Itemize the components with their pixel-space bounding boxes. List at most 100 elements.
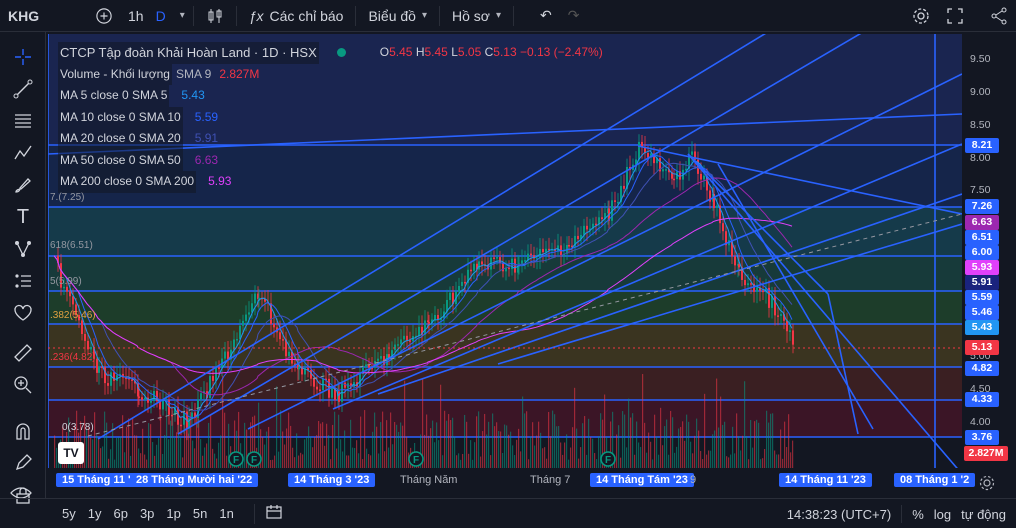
volume-bar bbox=[598, 436, 600, 468]
fib-retracement-icon[interactable] bbox=[10, 108, 36, 134]
volume-bar bbox=[720, 396, 722, 468]
candle-body bbox=[403, 335, 405, 340]
volume-bar bbox=[366, 448, 368, 468]
volume-bar bbox=[266, 431, 268, 468]
volume-bar bbox=[616, 434, 618, 468]
volume-bar bbox=[738, 436, 740, 468]
heart-icon[interactable] bbox=[10, 300, 36, 326]
axis-settings-gear-icon[interactable] bbox=[978, 474, 996, 492]
fullscreen-icon[interactable] bbox=[938, 0, 972, 32]
indicators-button[interactable]: ƒx Các chỉ báo bbox=[241, 0, 352, 32]
tradingview-logo[interactable]: TV bbox=[58, 442, 84, 464]
range-1d[interactable]: 1n bbox=[213, 506, 239, 521]
magnet-icon[interactable] bbox=[10, 418, 36, 444]
log-toggle[interactable]: log bbox=[934, 507, 951, 522]
candle-body bbox=[180, 424, 182, 427]
auto-toggle[interactable]: tự động bbox=[961, 507, 1006, 522]
share-icon[interactable] bbox=[982, 0, 1016, 32]
candle-body bbox=[780, 314, 782, 316]
volume-bar bbox=[660, 407, 662, 468]
candle-body bbox=[248, 312, 250, 315]
volume-bar bbox=[108, 458, 110, 468]
volume-bar bbox=[292, 447, 294, 468]
candle-body bbox=[428, 322, 430, 324]
zoom-in-icon[interactable] bbox=[10, 372, 36, 398]
volume-bar bbox=[168, 439, 170, 468]
chart-type-label: Biểu đồ bbox=[368, 7, 416, 24]
volume-bar bbox=[696, 418, 698, 468]
volume-bar bbox=[708, 450, 710, 468]
symbol-search[interactable]: KHG bbox=[0, 0, 88, 32]
volume-bar bbox=[354, 447, 356, 468]
volume-bar bbox=[520, 451, 522, 468]
range-1m[interactable]: 1p bbox=[160, 506, 186, 521]
volume-bar bbox=[102, 446, 104, 468]
price-label-fib: 8.21 bbox=[965, 138, 999, 153]
volume-bar bbox=[726, 456, 728, 468]
profile-button[interactable]: Hồ sơ ▾ bbox=[444, 0, 509, 32]
legend-ma10[interactable]: MA 10 close 0 SMA 10 5.59 bbox=[58, 106, 603, 128]
chart-type-button[interactable]: Biểu đồ ▾ bbox=[360, 0, 435, 32]
volume-bar bbox=[344, 430, 346, 468]
pattern-icon[interactable] bbox=[10, 140, 36, 166]
pencil-lock-icon[interactable] bbox=[10, 450, 36, 476]
percent-toggle[interactable]: % bbox=[912, 507, 924, 522]
interval-1h[interactable]: 1h bbox=[120, 0, 152, 32]
volume-bar bbox=[494, 426, 496, 468]
legend-ma5[interactable]: MA 5 close 0 SMA 5 5.43 bbox=[58, 85, 603, 107]
price-tick: 8.00 bbox=[970, 152, 991, 164]
text-tool-icon[interactable]: T bbox=[10, 204, 36, 230]
volume-bar bbox=[580, 447, 582, 468]
crosshair-icon[interactable] bbox=[10, 44, 36, 70]
range-5d[interactable]: 5n bbox=[187, 506, 213, 521]
time-axis[interactable]: 15 Tháng 11 '2 28 Tháng Mười hai '22 14 … bbox=[48, 470, 976, 494]
legend-volume[interactable]: Volume - Khối lượng SMA 9 2.827M bbox=[58, 63, 603, 85]
clock[interactable]: 14:38:23 (UTC+7) bbox=[787, 507, 891, 522]
undo-icon[interactable]: ↶ bbox=[532, 0, 560, 32]
legend-ma20[interactable]: MA 20 close 0 SMA 20 5.91 bbox=[58, 128, 603, 150]
candle-body bbox=[747, 283, 749, 286]
volume-bar bbox=[534, 445, 536, 468]
candle-type-icon[interactable] bbox=[198, 0, 232, 32]
volume-bar bbox=[326, 423, 328, 468]
volume-bar bbox=[404, 380, 406, 468]
volume-bar bbox=[500, 431, 502, 468]
brush-icon[interactable] bbox=[10, 172, 36, 198]
range-3m[interactable]: 3p bbox=[134, 506, 160, 521]
fib-label: 0(3.78) bbox=[62, 422, 94, 433]
volume-bar bbox=[644, 422, 646, 468]
node-pattern-icon[interactable] bbox=[10, 236, 36, 262]
candle-body bbox=[227, 351, 229, 360]
legend-ma50[interactable]: MA 50 close 0 SMA 50 6.63 bbox=[58, 149, 603, 171]
volume-bar bbox=[164, 435, 166, 468]
interval-d[interactable]: D bbox=[152, 0, 170, 32]
volume-bar bbox=[156, 444, 158, 468]
trendline-icon[interactable] bbox=[10, 76, 36, 102]
price-chart[interactable]: F F F F CTCP Tập đoàn Khải Hoàn Land · 1D ·… bbox=[48, 34, 962, 468]
price-axis[interactable]: 9.50 9.00 8.50 8.00 7.50 5.00 4.50 4.00 … bbox=[962, 34, 1016, 468]
volume-bar bbox=[276, 386, 278, 468]
range-6m[interactable]: 6p bbox=[107, 506, 133, 521]
volume-bar bbox=[732, 426, 734, 468]
volume-bar bbox=[124, 452, 126, 468]
settings-gear-icon[interactable] bbox=[904, 0, 938, 32]
volume-bar bbox=[322, 422, 324, 468]
volume-bar bbox=[642, 374, 644, 468]
eye-icon[interactable] bbox=[10, 486, 36, 499]
prediction-icon[interactable] bbox=[10, 268, 36, 294]
interval-dropdown-icon[interactable]: ▾ bbox=[170, 0, 189, 32]
candle-body bbox=[493, 257, 495, 260]
candle-body bbox=[254, 293, 256, 304]
range-1y[interactable]: 1y bbox=[82, 506, 108, 521]
redo-icon[interactable]: ↷ bbox=[560, 0, 588, 32]
date-range-icon[interactable] bbox=[259, 504, 289, 523]
volume-bar bbox=[134, 435, 136, 468]
compare-add-icon[interactable] bbox=[88, 0, 120, 32]
candle-body bbox=[90, 347, 92, 350]
volume-bar bbox=[742, 435, 744, 468]
ruler-icon[interactable] bbox=[10, 340, 36, 366]
volume-bar bbox=[648, 432, 650, 468]
range-5y[interactable]: 5y bbox=[56, 506, 82, 521]
legend-ma200[interactable]: MA 200 close 0 SMA 200 5.93 bbox=[58, 171, 603, 193]
fib-label: .236(4.82) bbox=[50, 352, 96, 363]
